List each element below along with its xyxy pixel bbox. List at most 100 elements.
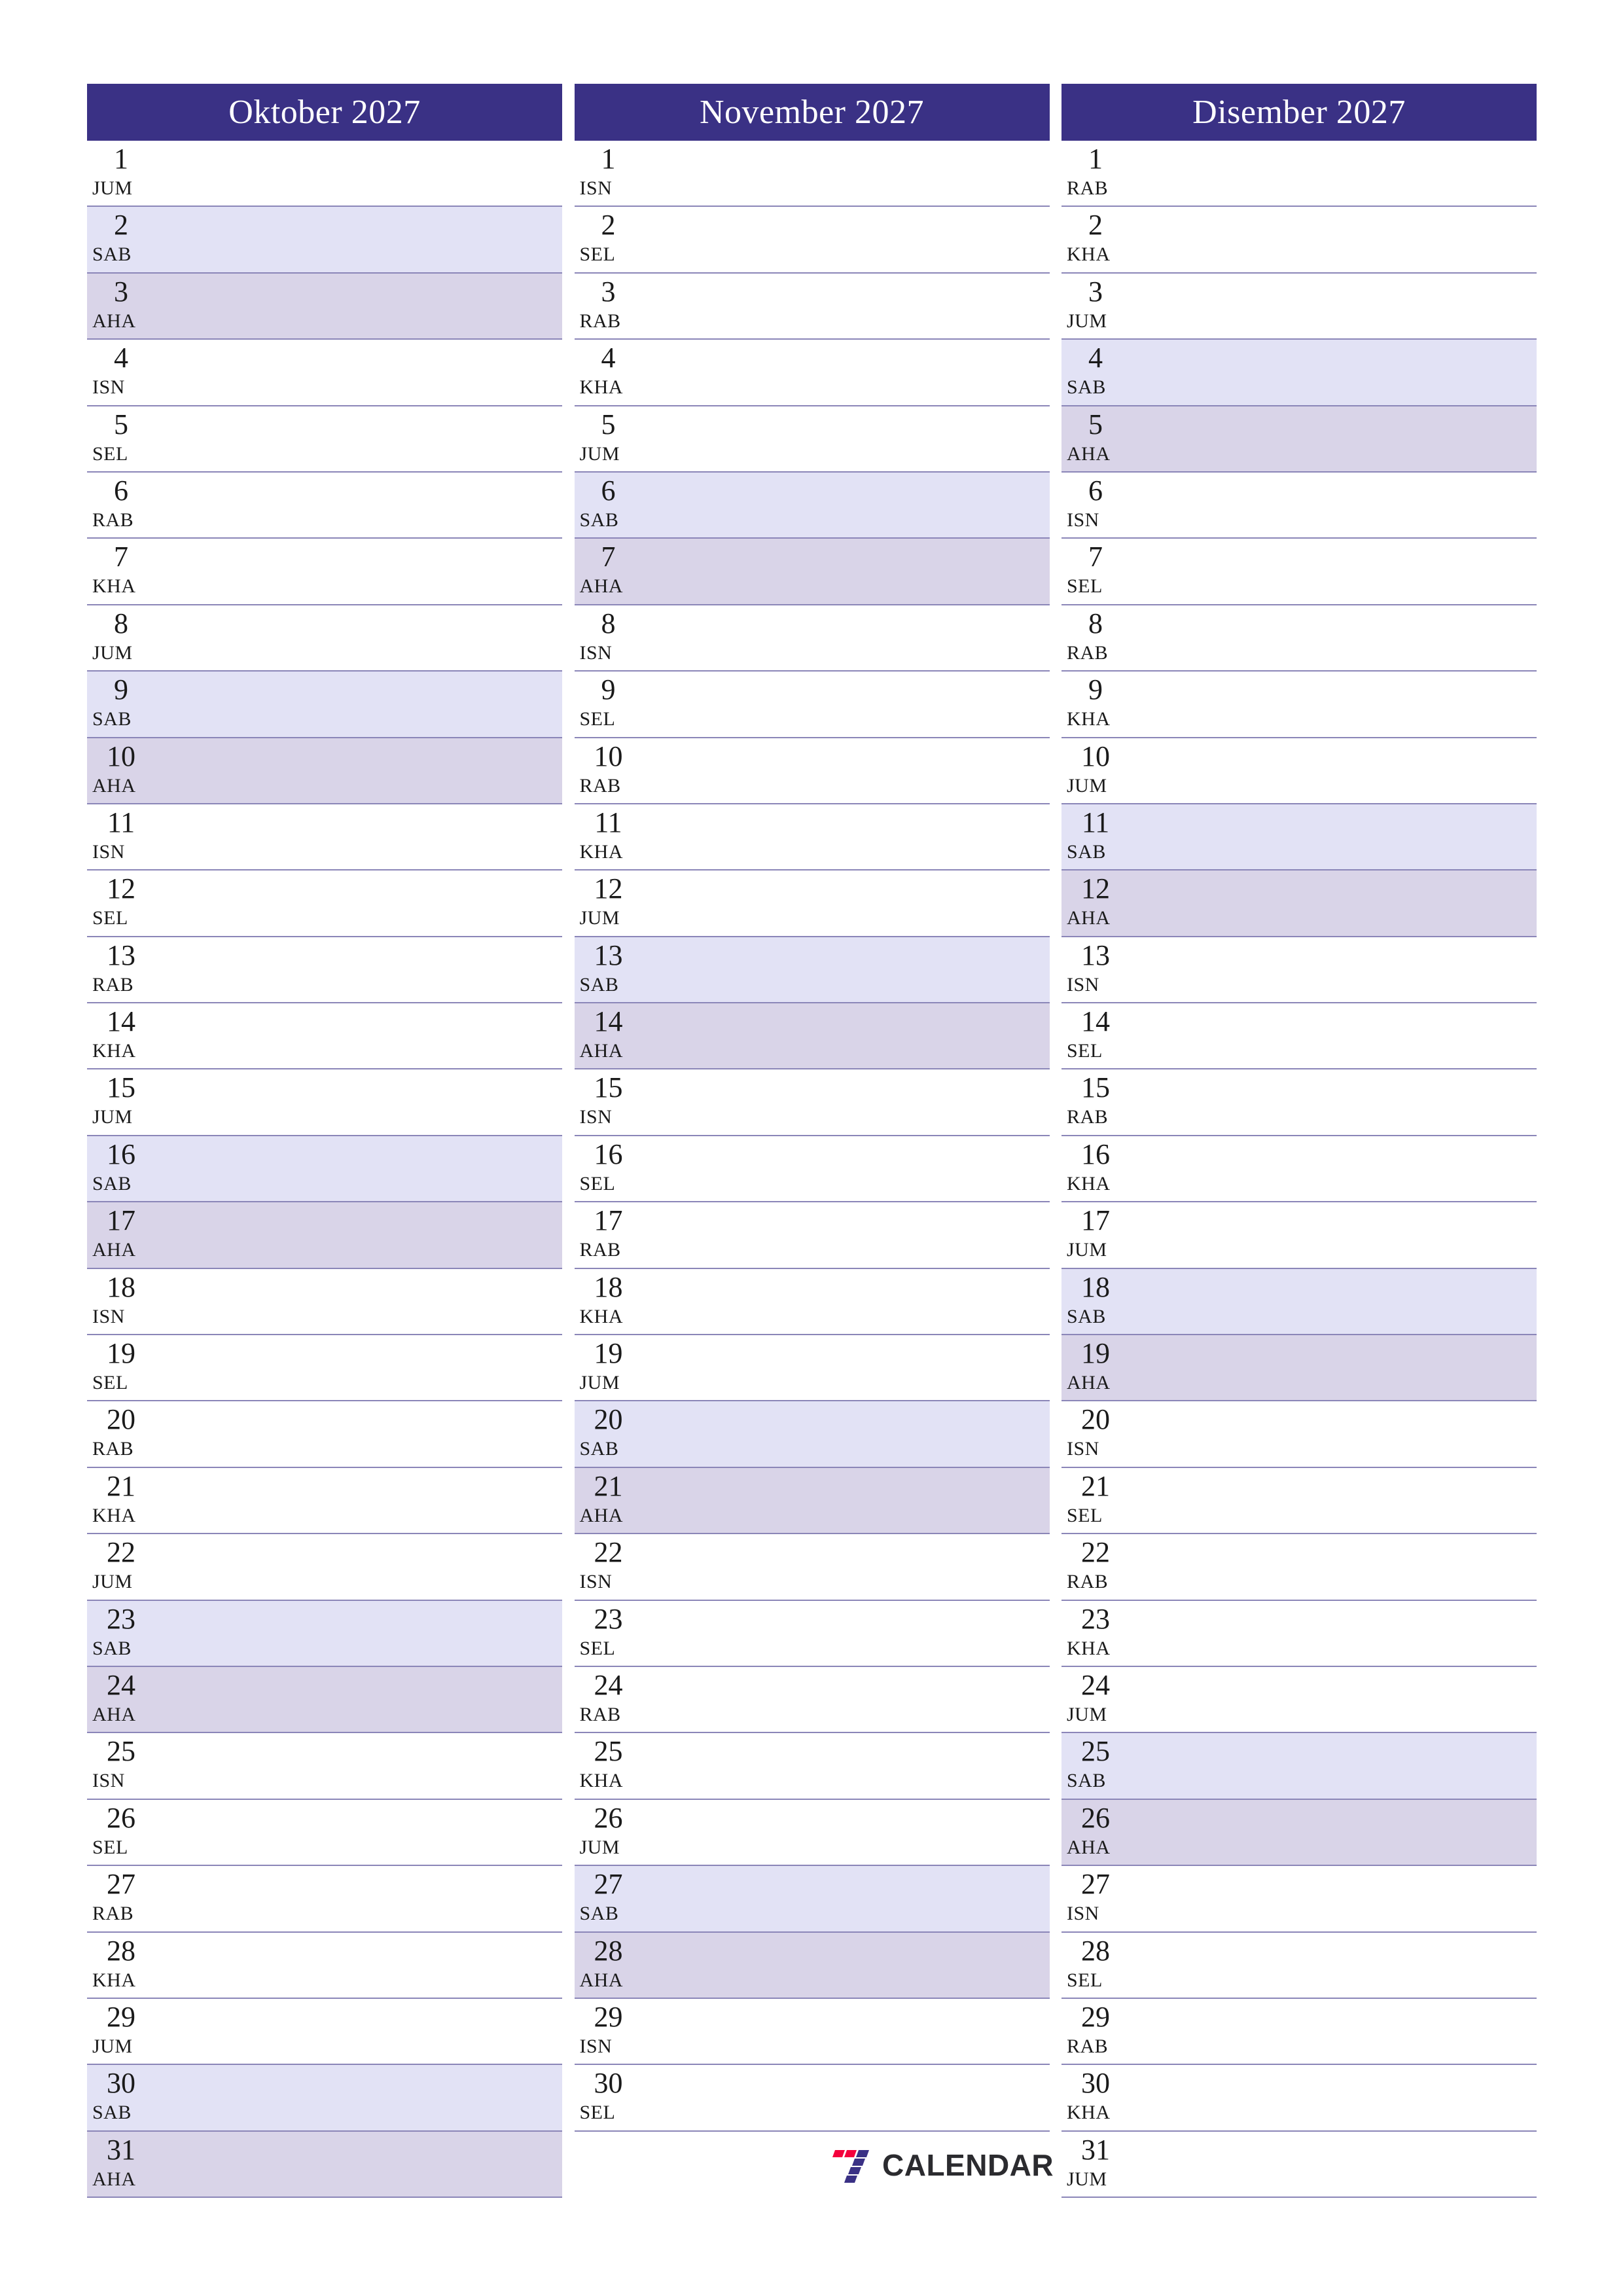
day-row[interactable]: 17 JUM [1061, 1202, 1537, 1269]
day-row[interactable]: 24 RAB [574, 1666, 1050, 1734]
day-row[interactable]: 26 AHA [1061, 1799, 1537, 1867]
day-row[interactable]: 20 RAB [87, 1401, 562, 1468]
day-row[interactable]: 16 KHA [1061, 1136, 1537, 1203]
day-number: 20 [594, 1403, 623, 1436]
day-row[interactable]: 21 KHA [87, 1467, 562, 1535]
day-row[interactable]: 1 JUM [87, 141, 562, 207]
day-row[interactable]: 23 KHA [1061, 1600, 1537, 1667]
day-row[interactable]: 31 AHA [87, 2131, 562, 2198]
day-weekday-abbrev: AHA [92, 1239, 136, 1261]
day-row[interactable]: 17 RAB [574, 1202, 1050, 1269]
day-row[interactable]: 19 SEL [87, 1335, 562, 1402]
day-row[interactable]: 5 SEL [87, 406, 562, 473]
day-row[interactable]: 13 SAB [574, 937, 1050, 1004]
day-row[interactable]: 24 AHA [87, 1666, 562, 1734]
day-weekday-abbrev: SEL [1067, 1969, 1103, 1991]
day-row[interactable]: 30 KHA [1061, 2065, 1537, 2132]
day-row[interactable]: 20 ISN [1061, 1401, 1537, 1468]
day-row[interactable]: 25 ISN [87, 1733, 562, 1800]
day-row[interactable]: 29 JUM [87, 1998, 562, 2066]
day-row[interactable]: 10 AHA [87, 738, 562, 804]
day-row[interactable]: 10 JUM [1061, 738, 1537, 804]
day-row[interactable]: 6 RAB [87, 472, 562, 539]
day-row[interactable]: 4 ISN [87, 340, 562, 406]
day-row[interactable]: 19 AHA [1061, 1335, 1537, 1402]
day-row[interactable]: 12 SEL [87, 870, 562, 937]
day-row[interactable]: 13 RAB [87, 937, 562, 1004]
day-row[interactable]: 27 RAB [87, 1866, 562, 1933]
day-row[interactable]: 8 ISN [574, 605, 1050, 672]
day-row[interactable]: 5 AHA [1061, 406, 1537, 473]
day-row[interactable]: 2 SEL [574, 207, 1050, 274]
day-row[interactable]: 3 JUM [1061, 273, 1537, 340]
day-row[interactable]: 20 SAB [574, 1401, 1050, 1468]
day-row[interactable]: 7 AHA [574, 539, 1050, 605]
day-row[interactable]: 28 KHA [87, 1932, 562, 1999]
day-row[interactable]: 6 ISN [1061, 472, 1537, 539]
day-row[interactable]: 8 RAB [1061, 605, 1537, 672]
day-row[interactable]: 15 ISN [574, 1069, 1050, 1136]
day-number: 4 [1088, 342, 1103, 374]
day-row[interactable]: 25 KHA [574, 1733, 1050, 1800]
day-row[interactable]: 28 SEL [1061, 1932, 1537, 1999]
day-row[interactable]: 15 RAB [1061, 1069, 1537, 1136]
day-row[interactable]: 2 SAB [87, 207, 562, 274]
day-row[interactable]: 4 KHA [574, 340, 1050, 406]
day-row[interactable]: 3 AHA [87, 273, 562, 340]
day-row[interactable]: 6 SAB [574, 472, 1050, 539]
day-row[interactable]: 8 JUM [87, 605, 562, 672]
day-row[interactable]: 7 SEL [1061, 539, 1537, 605]
day-number: 23 [107, 1602, 135, 1635]
day-row[interactable]: 26 SEL [87, 1799, 562, 1867]
day-number: 16 [1081, 1138, 1110, 1170]
day-row[interactable]: 12 AHA [1061, 870, 1537, 937]
planner-page: Oktober 2027 1 JUM 2 SAB 3 AHA 4 ISN 5 SEL 6 RAB 7 KH… [0, 0, 1623, 2296]
day-row[interactable]: 30 SEL [574, 2065, 1050, 2132]
day-row[interactable]: 13 ISN [1061, 937, 1537, 1004]
day-row[interactable]: 17 AHA [87, 1202, 562, 1269]
day-row[interactable]: 10 RAB [574, 738, 1050, 804]
day-row[interactable]: 9 SAB [87, 672, 562, 738]
day-row[interactable]: 21 AHA [574, 1467, 1050, 1535]
day-row[interactable]: 15 JUM [87, 1069, 562, 1136]
day-row[interactable]: 9 SEL [574, 672, 1050, 738]
day-row[interactable]: 29 RAB [1061, 1998, 1537, 2066]
day-row[interactable]: 1 RAB [1061, 141, 1537, 207]
day-row[interactable]: 22 ISN [574, 1534, 1050, 1601]
day-row[interactable]: 18 KHA [574, 1268, 1050, 1336]
day-row[interactable]: 12 JUM [574, 870, 1050, 937]
day-row[interactable]: 4 SAB [1061, 340, 1537, 406]
day-row[interactable]: 24 JUM [1061, 1666, 1537, 1734]
day-row[interactable]: 18 ISN [87, 1268, 562, 1336]
day-row[interactable]: 27 ISN [1061, 1866, 1537, 1933]
day-row[interactable]: 21 SEL [1061, 1467, 1537, 1535]
day-row[interactable]: 14 SEL [1061, 1003, 1537, 1070]
day-row[interactable]: 22 RAB [1061, 1534, 1537, 1601]
day-row[interactable]: 29 ISN [574, 1998, 1050, 2066]
day-row[interactable]: 11 KHA [574, 804, 1050, 871]
day-row[interactable]: 18 SAB [1061, 1268, 1537, 1336]
day-row[interactable]: 14 KHA [87, 1003, 562, 1070]
day-row[interactable]: 16 SEL [574, 1136, 1050, 1203]
day-row[interactable]: 1 ISN [574, 141, 1050, 207]
day-row[interactable]: 23 SEL [574, 1600, 1050, 1667]
day-row[interactable]: 27 SAB [574, 1866, 1050, 1933]
day-row[interactable]: 30 SAB [87, 2065, 562, 2132]
day-row[interactable]: 28 AHA [574, 1932, 1050, 1999]
day-row[interactable]: 2 KHA [1061, 207, 1537, 274]
day-row[interactable]: 26 JUM [574, 1799, 1050, 1867]
day-row[interactable]: 25 SAB [1061, 1733, 1537, 1800]
day-row[interactable]: 19 JUM [574, 1335, 1050, 1402]
day-row[interactable]: 3 RAB [574, 273, 1050, 340]
day-number: 30 [1081, 2067, 1110, 2100]
day-row[interactable]: 9 KHA [1061, 672, 1537, 738]
day-row[interactable]: 14 AHA [574, 1003, 1050, 1070]
day-row[interactable]: 31 JUM [1061, 2131, 1537, 2198]
day-row[interactable]: 5 JUM [574, 406, 1050, 473]
day-row[interactable]: 22 JUM [87, 1534, 562, 1601]
day-row[interactable]: 16 SAB [87, 1136, 562, 1203]
day-row[interactable]: 11 SAB [1061, 804, 1537, 871]
day-row[interactable]: 11 ISN [87, 804, 562, 871]
day-row[interactable]: 7 KHA [87, 539, 562, 605]
day-row[interactable]: 23 SAB [87, 1600, 562, 1667]
